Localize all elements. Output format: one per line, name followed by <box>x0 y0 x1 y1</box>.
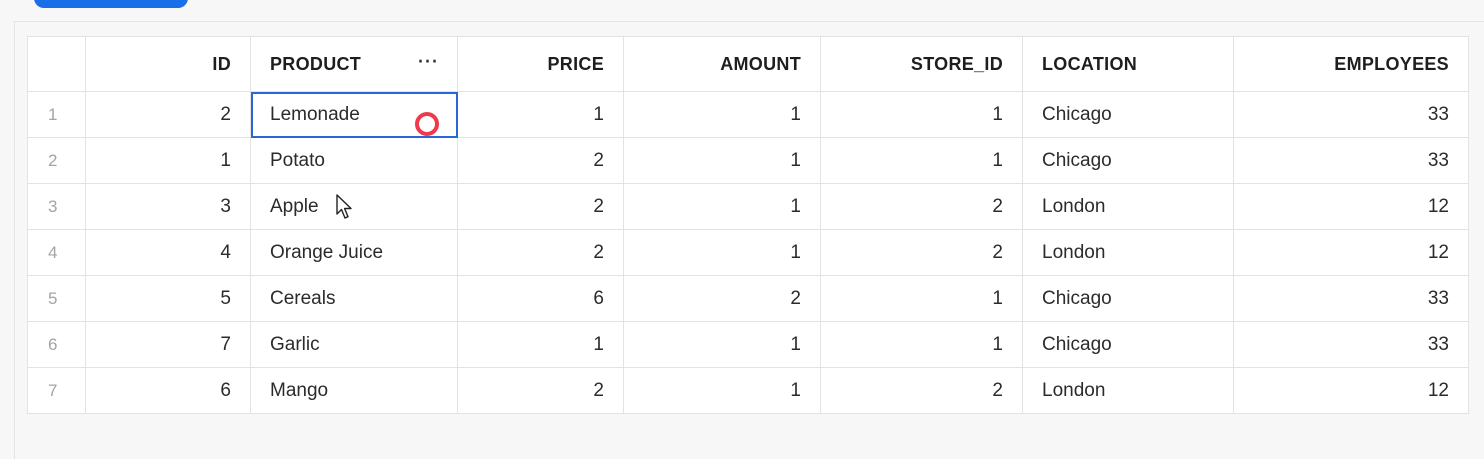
cell-price[interactable]: 1 <box>457 91 624 138</box>
cell-amount[interactable]: 1 <box>623 137 821 184</box>
cell-id[interactable]: 7 <box>85 321 251 368</box>
cell-store-id[interactable]: 2 <box>820 183 1023 230</box>
cell-price[interactable]: 6 <box>457 275 624 322</box>
column-header-store-id[interactable]: STORE_ID <box>820 36 1023 92</box>
cell-price[interactable]: 1 <box>457 321 624 368</box>
cell-location[interactable]: Chicago <box>1022 321 1234 368</box>
cell-product[interactable]: Orange Juice <box>250 229 458 276</box>
cell-product[interactable]: Cereals <box>250 275 458 322</box>
table-row: 7 6 Mango 2 1 2 London 12 <box>27 367 1469 414</box>
panel-left-border <box>14 21 15 459</box>
cell-id[interactable]: 1 <box>85 137 251 184</box>
cell-id[interactable]: 6 <box>85 367 251 414</box>
data-grid: ID PRODUCT ··· PRICE AMOUNT STORE_ID LOC… <box>27 36 1469 414</box>
cell-amount[interactable]: 1 <box>623 183 821 230</box>
cell-amount[interactable]: 1 <box>623 321 821 368</box>
cell-location[interactable]: London <box>1022 183 1234 230</box>
cell-location[interactable]: Chicago <box>1022 137 1234 184</box>
cell-price[interactable]: 2 <box>457 183 624 230</box>
cell-employees[interactable]: 33 <box>1233 275 1469 322</box>
toolbar-divider <box>14 21 1484 22</box>
column-header-id[interactable]: ID <box>85 36 251 92</box>
cell-employees[interactable]: 33 <box>1233 91 1469 138</box>
cell-amount[interactable]: 1 <box>623 229 821 276</box>
click-indicator-icon <box>415 112 439 136</box>
row-number: 3 <box>27 183 86 230</box>
cell-store-id[interactable]: 2 <box>820 229 1023 276</box>
column-header-location[interactable]: LOCATION <box>1022 36 1234 92</box>
row-number: 1 <box>27 91 86 138</box>
cell-store-id[interactable]: 1 <box>820 137 1023 184</box>
cell-id[interactable]: 5 <box>85 275 251 322</box>
cell-product[interactable]: Mango <box>250 367 458 414</box>
column-header-product[interactable]: PRODUCT ··· <box>250 36 458 92</box>
row-number: 6 <box>27 321 86 368</box>
cell-location[interactable]: Chicago <box>1022 275 1234 322</box>
cell-price[interactable]: 2 <box>457 367 624 414</box>
cell-id[interactable]: 3 <box>85 183 251 230</box>
cell-id[interactable]: 2 <box>85 91 251 138</box>
top-action-button[interactable] <box>34 0 188 8</box>
cell-product[interactable]: Apple <box>250 183 458 230</box>
cell-store-id[interactable]: 2 <box>820 367 1023 414</box>
cell-location[interactable]: London <box>1022 229 1234 276</box>
row-number: 5 <box>27 275 86 322</box>
column-header-rownum <box>27 36 86 92</box>
cell-price[interactable]: 2 <box>457 229 624 276</box>
table-row: 2 1 Potato 2 1 1 Chicago 33 <box>27 137 1469 184</box>
cell-amount[interactable]: 2 <box>623 275 821 322</box>
cell-product[interactable]: Garlic <box>250 321 458 368</box>
table-row: 4 4 Orange Juice 2 1 2 London 12 <box>27 229 1469 276</box>
cell-store-id[interactable]: 1 <box>820 275 1023 322</box>
cell-employees[interactable]: 12 <box>1233 367 1469 414</box>
mouse-pointer-icon <box>336 194 352 219</box>
cell-employees[interactable]: 12 <box>1233 183 1469 230</box>
column-header-product-label: PRODUCT <box>270 53 362 74</box>
column-header-price[interactable]: PRICE <box>457 36 624 92</box>
cell-id[interactable]: 4 <box>85 229 251 276</box>
table-row: 6 7 Garlic 1 1 1 Chicago 33 <box>27 321 1469 368</box>
cell-store-id[interactable]: 1 <box>820 91 1023 138</box>
cell-amount[interactable]: 1 <box>623 367 821 414</box>
cell-location[interactable]: Chicago <box>1022 91 1234 138</box>
table-row: 5 5 Cereals 6 2 1 Chicago 33 <box>27 275 1469 322</box>
more-horizontal-icon[interactable]: ··· <box>418 51 439 72</box>
row-number: 7 <box>27 367 86 414</box>
cell-employees[interactable]: 33 <box>1233 321 1469 368</box>
cell-product[interactable]: Potato <box>250 137 458 184</box>
row-number: 2 <box>27 137 86 184</box>
cell-employees[interactable]: 33 <box>1233 137 1469 184</box>
cell-price[interactable]: 2 <box>457 137 624 184</box>
header-row: ID PRODUCT ··· PRICE AMOUNT STORE_ID LOC… <box>27 36 1469 92</box>
column-header-employees[interactable]: EMPLOYEES <box>1233 36 1469 92</box>
cell-amount[interactable]: 1 <box>623 91 821 138</box>
cell-employees[interactable]: 12 <box>1233 229 1469 276</box>
table-row: 3 3 Apple 2 1 2 London 12 <box>27 183 1469 230</box>
column-header-amount[interactable]: AMOUNT <box>623 36 821 92</box>
table-row: 1 2 Lemonade 1 1 1 Chicago 33 <box>27 91 1469 138</box>
cell-store-id[interactable]: 1 <box>820 321 1023 368</box>
cell-location[interactable]: London <box>1022 367 1234 414</box>
row-number: 4 <box>27 229 86 276</box>
